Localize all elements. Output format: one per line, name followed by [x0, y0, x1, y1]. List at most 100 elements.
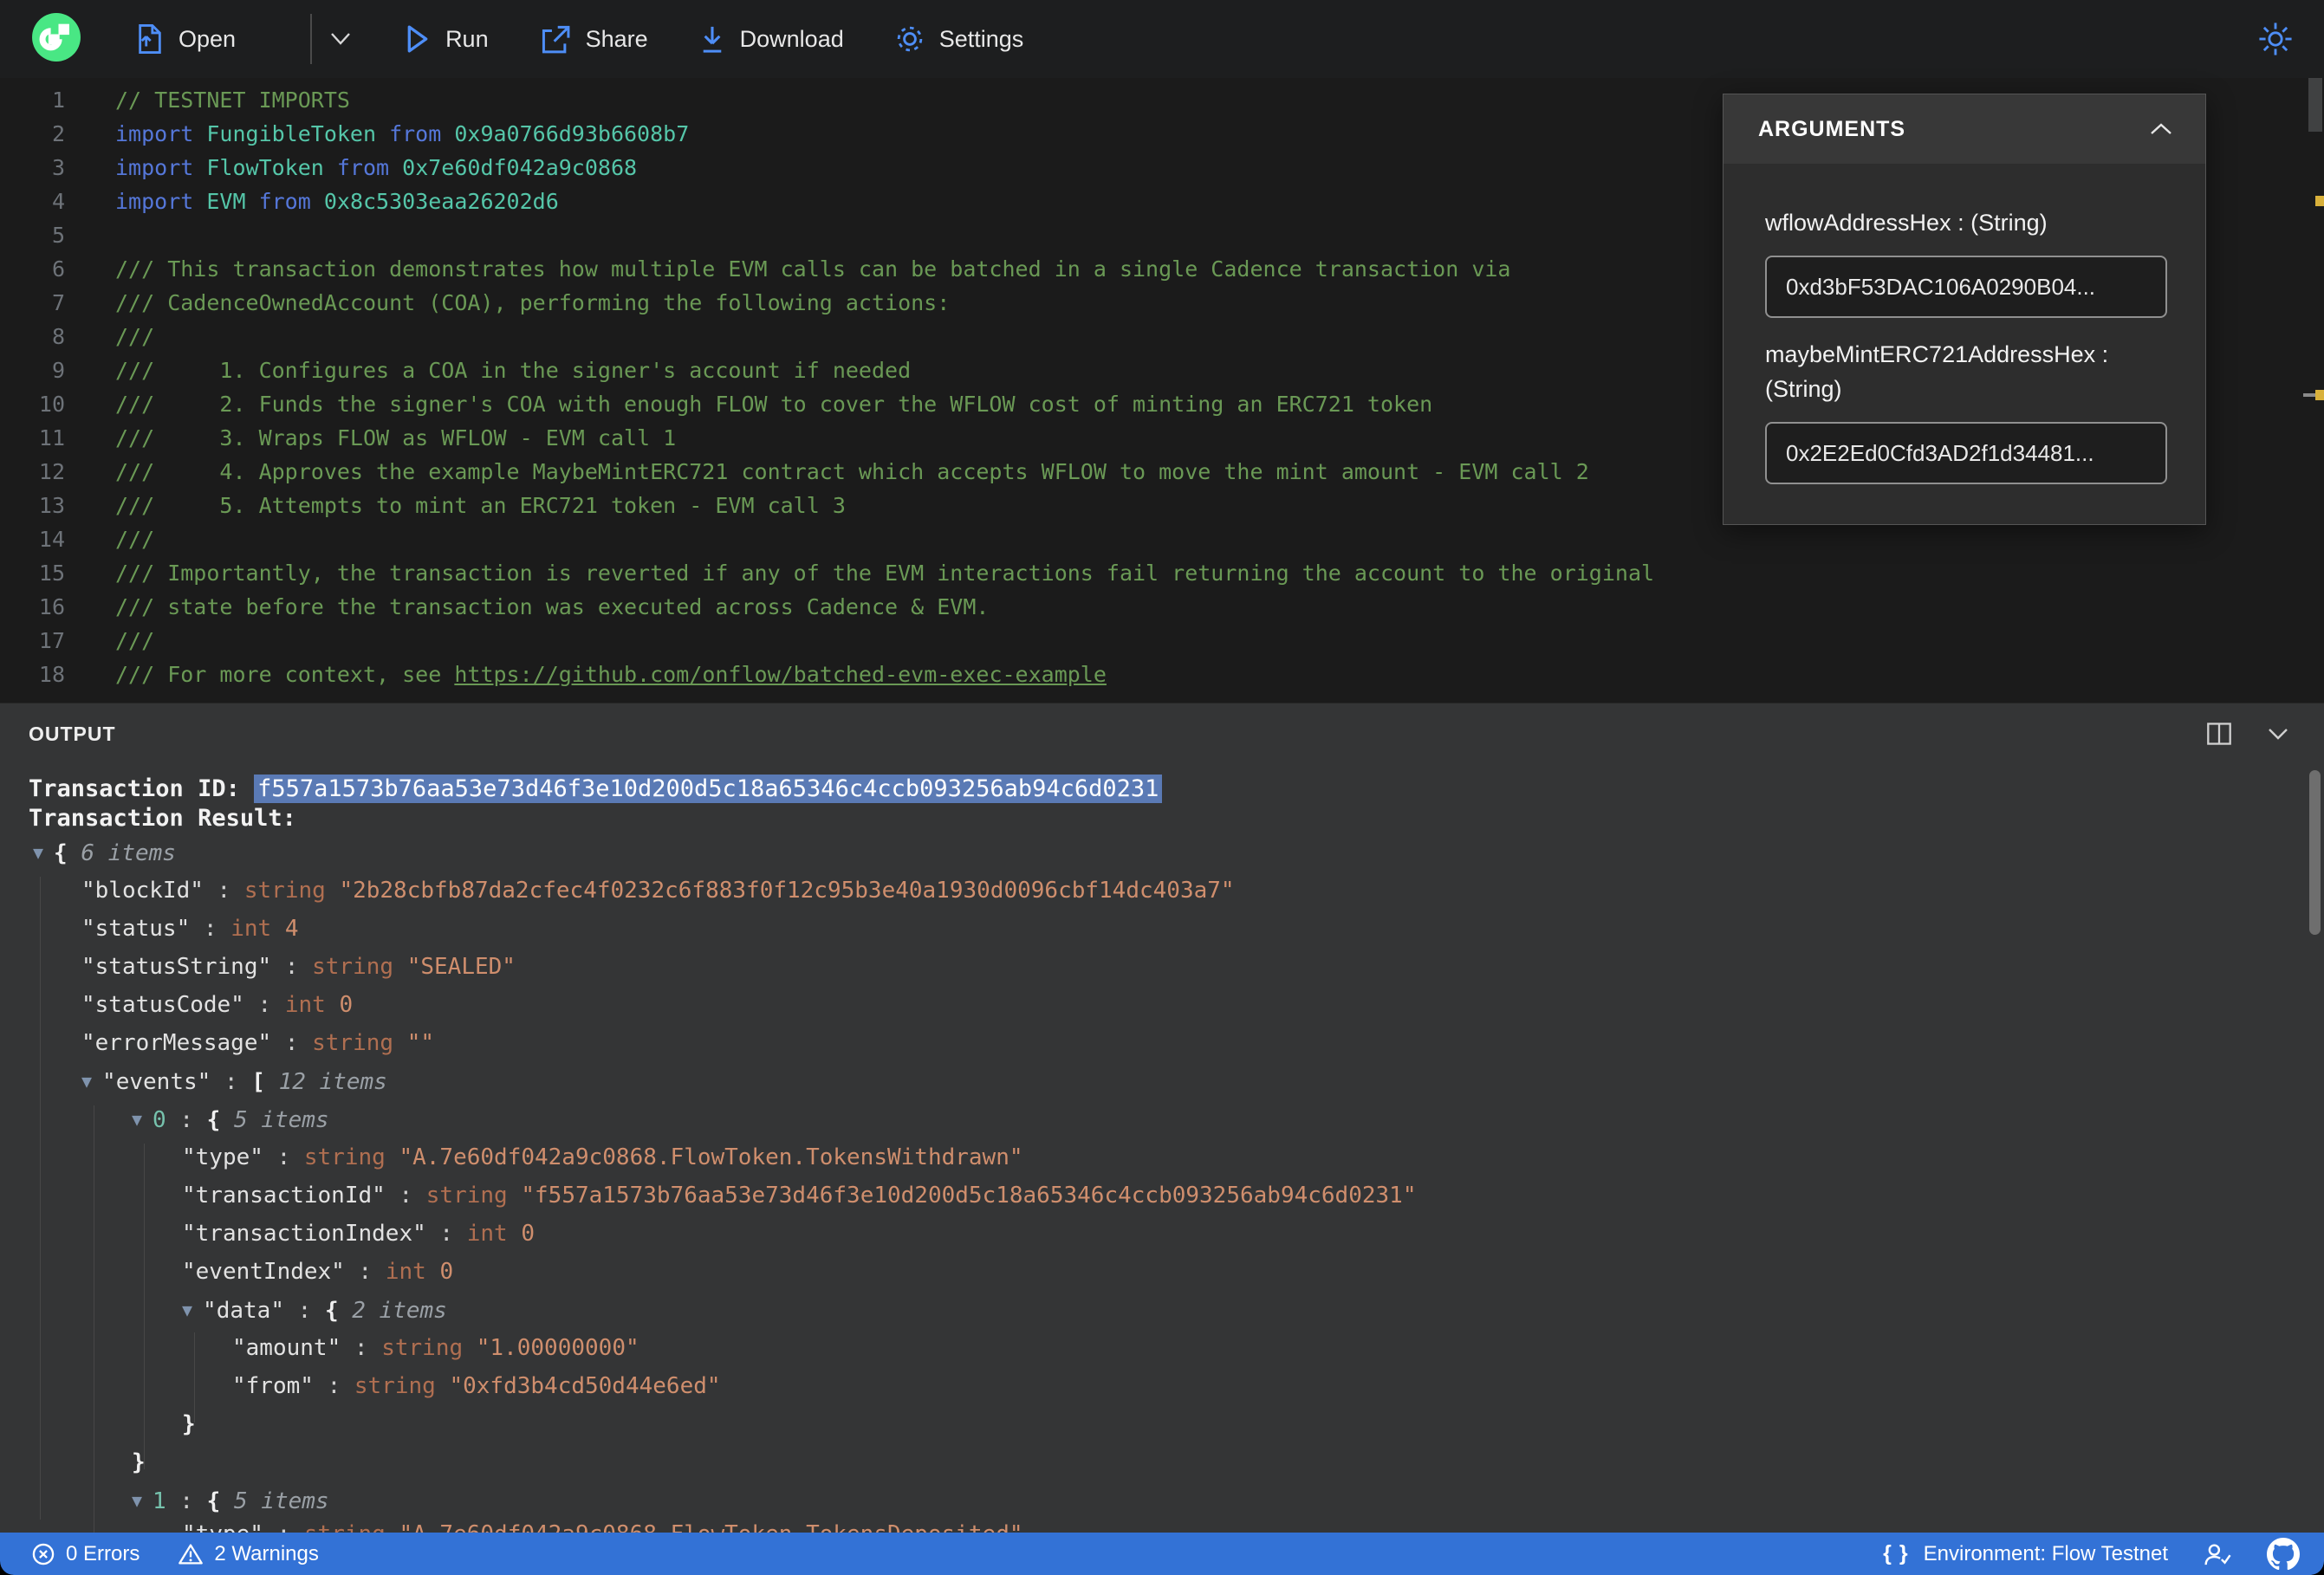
tree-row: "errorMessage" : string ""	[0, 1024, 2253, 1062]
token-type: FlowToken	[206, 155, 337, 180]
code-line-text: ///	[115, 522, 154, 556]
split-view-icon[interactable]	[2206, 722, 2232, 746]
token-link[interactable]: https://github.com/onflow/batched-evm-ex…	[454, 662, 1107, 687]
token-key: "blockId"	[81, 878, 204, 904]
tree-row: "type" : string "A.7e60df042a9c0868.Flow…	[0, 1138, 2253, 1176]
token-key: "transactionIndex"	[182, 1221, 426, 1247]
token-num: 0	[439, 1259, 454, 1285]
warning-marker[interactable]	[2315, 390, 2324, 400]
code-line-text: /// Importantly, the transaction is reve…	[115, 556, 1654, 590]
token-punct: :	[283, 1298, 325, 1324]
token-items: 5 items	[233, 1488, 329, 1514]
app-window: Open Run Share Download Settings 1 // TE…	[0, 0, 2324, 1575]
token-kw: import	[115, 189, 207, 214]
token-type: EVM	[206, 189, 259, 214]
code-line-text: /// state before the transaction was exe…	[115, 590, 989, 624]
argument-input-maybemint[interactable]	[1765, 422, 2167, 484]
run-label: Run	[445, 25, 489, 52]
token-punct: :	[385, 1183, 426, 1209]
line-number: 4	[51, 189, 65, 214]
errors-status[interactable]: 0 Errors	[31, 1542, 140, 1566]
output-tree: ▼ { 6 items "blockId" : string "2b28cbfb87…	[0, 833, 2253, 1533]
token-vtype: string	[381, 1335, 477, 1361]
code-line-text: import FlowToken from 0x7e60df042a9c0868	[115, 151, 637, 185]
github-button[interactable]	[2267, 1537, 2300, 1571]
token-punct: :	[190, 916, 231, 942]
collapse-arrow-icon[interactable]: ▼	[132, 1490, 142, 1511]
token-kw: import	[115, 121, 207, 146]
code-line-text: ///	[115, 320, 154, 353]
token-str: ""	[406, 1030, 435, 1056]
download-label: Download	[739, 25, 844, 52]
open-label: Open	[179, 25, 237, 52]
run-button[interactable]: Run	[404, 23, 489, 55]
tree-row: ▼ 1 : { 5 items	[0, 1481, 2253, 1520]
token-comment: /// Importantly, the transaction is reve…	[115, 561, 1655, 586]
transaction-id-value[interactable]: f557a1573b76aa53e73d46f3e10d200d5c18a653…	[254, 775, 1163, 803]
download-button[interactable]: Download	[698, 23, 844, 55]
token-type: FungibleToken	[206, 121, 390, 146]
code-line-text: import FungibleToken from 0x9a0766d93b66…	[115, 117, 689, 151]
token-key: "data"	[203, 1298, 284, 1324]
token-comment: /// CadenceOwnedAccount (COA), performin…	[115, 290, 951, 315]
code-line: 16 /// state before the transaction was e…	[0, 590, 2324, 624]
token-items: 6 items	[81, 840, 176, 866]
token-vtype: string	[354, 1373, 450, 1399]
warning-marker[interactable]	[2315, 196, 2324, 206]
token-punct: :	[166, 1107, 207, 1133]
output-collapse-chevron-icon[interactable]	[2265, 725, 2291, 742]
output-scrollbar-thumb[interactable]	[2309, 770, 2321, 935]
collapse-arrow-icon[interactable]: ▼	[182, 1300, 192, 1320]
environment-status[interactable]: { } Environment: Flow Testnet	[1883, 1541, 2168, 1566]
code-line-text: /// 2. Funds the signer's COA with enoug…	[115, 387, 1432, 421]
collapse-arrow-icon[interactable]: ▼	[33, 842, 43, 863]
warnings-status[interactable]: 2 Warnings	[178, 1542, 319, 1566]
collapse-arrow-icon[interactable]: ▼	[81, 1071, 92, 1092]
tree-row: ▼ "events" : [ 12 items	[0, 1062, 2253, 1100]
line-number: 1	[51, 88, 65, 113]
token-comment: /// For more context, see	[115, 662, 455, 687]
code-line-text: ///	[115, 624, 154, 658]
code-line-text: // TESTNET IMPORTS	[115, 83, 350, 117]
token-str: "1.00000000"	[476, 1335, 639, 1361]
tree-row: "statusString" : string "SEALED"	[0, 948, 2253, 986]
tree-row: "type" : string "A.7e60df042a9c0868.Flow…	[0, 1520, 2253, 1533]
flow-logo[interactable]	[31, 12, 81, 67]
tree-row: "from" : string "0xfd3b4cd50d44e6ed"	[0, 1367, 2253, 1405]
token-num: 0	[521, 1221, 536, 1247]
open-button[interactable]: Open	[135, 23, 236, 55]
tree-row: "transactionId" : string "f557a1573b76aa…	[0, 1176, 2253, 1215]
argument-input-wflow[interactable]	[1765, 256, 2167, 318]
token-kw: import	[115, 155, 207, 180]
error-icon	[32, 1543, 55, 1565]
line-number: 12	[38, 459, 65, 484]
gear-icon	[897, 26, 923, 52]
transaction-id-label: Transaction ID:	[29, 775, 255, 802]
token-vtype: string	[312, 1030, 407, 1056]
code-line: 15 /// Importantly, the transaction is re…	[0, 556, 2324, 590]
token-num: 4	[284, 916, 299, 942]
theme-toggle-button[interactable]	[2258, 22, 2293, 56]
collapse-arrow-icon[interactable]: ▼	[132, 1109, 142, 1130]
output-panel: OUTPUT Transaction ID: f557a1573b76aa53e…	[0, 703, 2324, 1533]
open-dropdown-button[interactable]	[328, 30, 354, 48]
arguments-panel-header[interactable]: ARGUMENTS	[1724, 94, 2205, 164]
token-comment: /// 4. Approves the example MaybeMintERC…	[115, 459, 1589, 484]
settings-button[interactable]: Settings	[894, 23, 1023, 55]
token-punct: :	[313, 1373, 354, 1399]
toolbar-divider	[310, 14, 313, 64]
collapse-chevron-up-icon[interactable]	[2148, 121, 2174, 137]
token-brace: }	[132, 1449, 146, 1475]
token-comment: /// state before the transaction was exe…	[115, 594, 990, 619]
tree-row: ▼ 0 : { 5 items	[0, 1100, 2253, 1138]
line-number: 2	[51, 121, 65, 146]
account-status-button[interactable]	[2203, 1541, 2232, 1567]
chevron-down-icon	[331, 33, 350, 45]
token-key: "transactionId"	[182, 1183, 386, 1209]
token-addr: 0x7e60df042a9c0868	[402, 155, 638, 180]
arguments-title: ARGUMENTS	[1758, 116, 1906, 141]
code-line-text: import EVM from 0x8c5303eaa26202d6	[115, 185, 559, 218]
editor-scrollbar-thumb[interactable]	[2308, 78, 2322, 132]
arguments-panel: ARGUMENTS wflowAddressHex : (String) may…	[1723, 94, 2206, 525]
share-button[interactable]: Share	[539, 23, 648, 55]
